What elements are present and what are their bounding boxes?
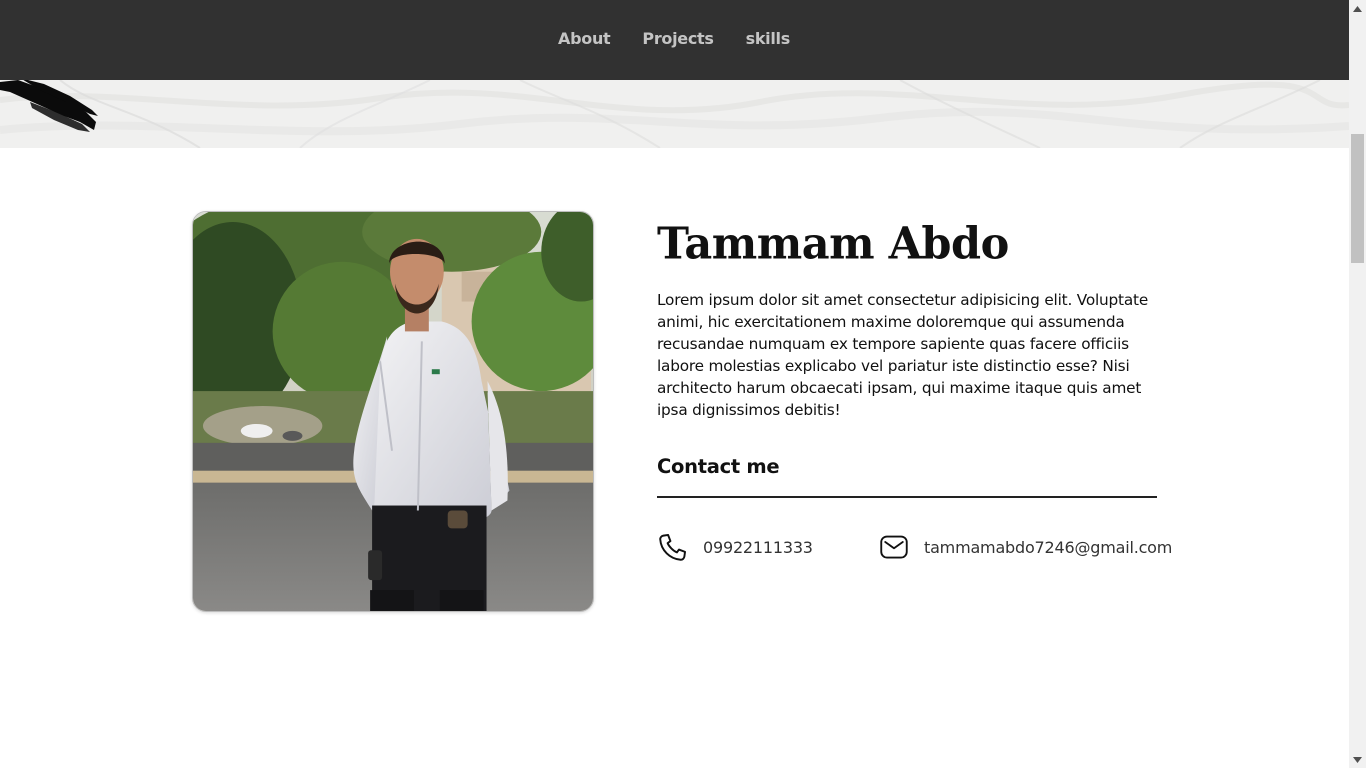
contact-email[interactable]: tammamabdo7246@gmail.com xyxy=(879,530,1172,564)
contact-phone[interactable]: 09922111333 xyxy=(657,530,813,564)
scroll-thumb[interactable] xyxy=(1351,134,1364,263)
email-address[interactable]: tammamabdo7246@gmail.com xyxy=(924,538,1172,557)
brush-stroke-decoration xyxy=(0,80,98,132)
about-section: Tammam Abdo Lorem ipsum dolor sit amet c… xyxy=(0,148,1349,768)
profile-photo xyxy=(192,211,594,612)
envelope-icon xyxy=(880,535,908,559)
scroll-up-arrow-icon[interactable] xyxy=(1349,0,1366,17)
phone-icon xyxy=(659,533,686,561)
profile-bio: Lorem ipsum dolor sit amet consectetur a… xyxy=(657,291,1149,419)
nav-link-projects[interactable]: Projects xyxy=(642,29,714,48)
vertical-scrollbar[interactable] xyxy=(1349,0,1366,768)
profile-info: Tammam Abdo Lorem ipsum dolor sit amet c… xyxy=(657,218,1157,498)
nav-links: About Projects skills xyxy=(558,29,790,48)
nav-link-about[interactable]: About xyxy=(558,29,611,48)
contact-heading: Contact me xyxy=(657,455,780,478)
contact-list: 09922111333 tammamabdo7246@gmail.com xyxy=(657,530,1172,564)
top-navbar: About Projects skills xyxy=(0,0,1349,80)
marble-texture xyxy=(0,80,1349,148)
nav-link-skills[interactable]: skills xyxy=(746,29,791,48)
scroll-down-arrow-icon[interactable] xyxy=(1349,751,1366,768)
contact-divider xyxy=(657,496,1157,498)
profile-photo-image xyxy=(193,212,593,611)
hero-marble-band xyxy=(0,80,1349,148)
profile-name: Tammam Abdo xyxy=(657,218,1009,270)
phone-number[interactable]: 09922111333 xyxy=(703,538,813,557)
